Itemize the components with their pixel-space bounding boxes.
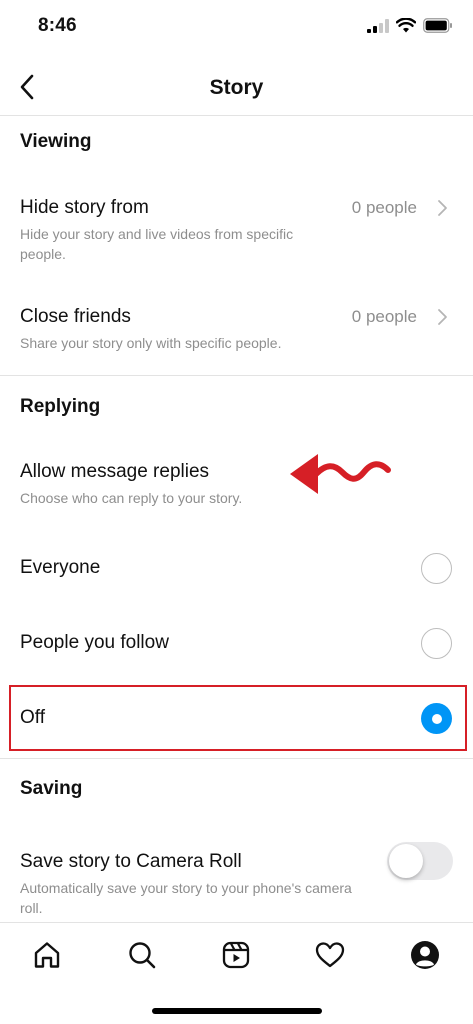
save-camera-roll-toggle[interactable] xyxy=(387,842,453,880)
hide-story-from-description: Hide your story and live videos from spe… xyxy=(20,226,294,262)
home-icon xyxy=(34,942,60,968)
bottom-tab-bar xyxy=(0,922,473,1024)
nav-header: Story xyxy=(0,60,473,116)
hide-story-from-count: 0 people xyxy=(351,198,417,217)
hide-story-from-title: Hide story from xyxy=(20,197,149,218)
page-title: Story xyxy=(209,76,264,99)
status-icons xyxy=(367,18,453,33)
red-arrow-annotation xyxy=(290,454,391,494)
save-story-camera-roll-description: Automatically save your story to your ph… xyxy=(20,880,352,916)
close-friends-count: 0 people xyxy=(351,307,417,326)
tab-activity[interactable] xyxy=(314,939,346,971)
allow-message-replies-title: Allow message replies xyxy=(20,461,210,482)
people-you-follow-radio[interactable] xyxy=(421,628,452,659)
story-settings-screen: 8:46 Story Viewing Hide story from 0 peo… xyxy=(0,0,473,1024)
battery-icon xyxy=(423,18,453,33)
red-highlight-box xyxy=(9,685,467,751)
saving-heading: Saving xyxy=(20,778,83,799)
tab-home[interactable] xyxy=(31,939,63,971)
section-divider xyxy=(0,758,473,759)
heart-icon xyxy=(315,942,345,968)
reply-option-people-you-follow-label: People you follow xyxy=(20,632,169,653)
toggle-knob xyxy=(389,844,423,878)
home-indicator xyxy=(152,1008,322,1014)
reels-icon xyxy=(222,941,250,969)
everyone-radio[interactable] xyxy=(421,553,452,584)
status-time: 8:46 xyxy=(38,15,77,36)
viewing-heading: Viewing xyxy=(20,131,92,152)
chevron-right-icon xyxy=(438,200,447,216)
close-friends-title: Close friends xyxy=(20,306,131,327)
tab-reels[interactable] xyxy=(220,939,252,971)
status-bar: 8:46 xyxy=(0,0,473,56)
close-friends-description: Share your story only with specific peop… xyxy=(20,335,282,351)
cellular-signal-icon xyxy=(367,18,389,33)
search-icon xyxy=(129,942,156,969)
section-divider xyxy=(0,375,473,376)
replying-heading: Replying xyxy=(20,396,101,417)
wifi-icon xyxy=(396,18,416,33)
chevron-right-icon xyxy=(438,309,447,325)
save-story-camera-roll-title: Save story to Camera Roll xyxy=(20,851,242,872)
close-friends-row[interactable] xyxy=(0,290,473,366)
reply-option-everyone-label: Everyone xyxy=(20,557,101,578)
allow-message-replies-description: Choose who can reply to your story. xyxy=(20,490,243,506)
tab-search[interactable] xyxy=(126,939,158,971)
tab-profile[interactable] xyxy=(409,939,441,971)
profile-icon xyxy=(411,941,439,969)
